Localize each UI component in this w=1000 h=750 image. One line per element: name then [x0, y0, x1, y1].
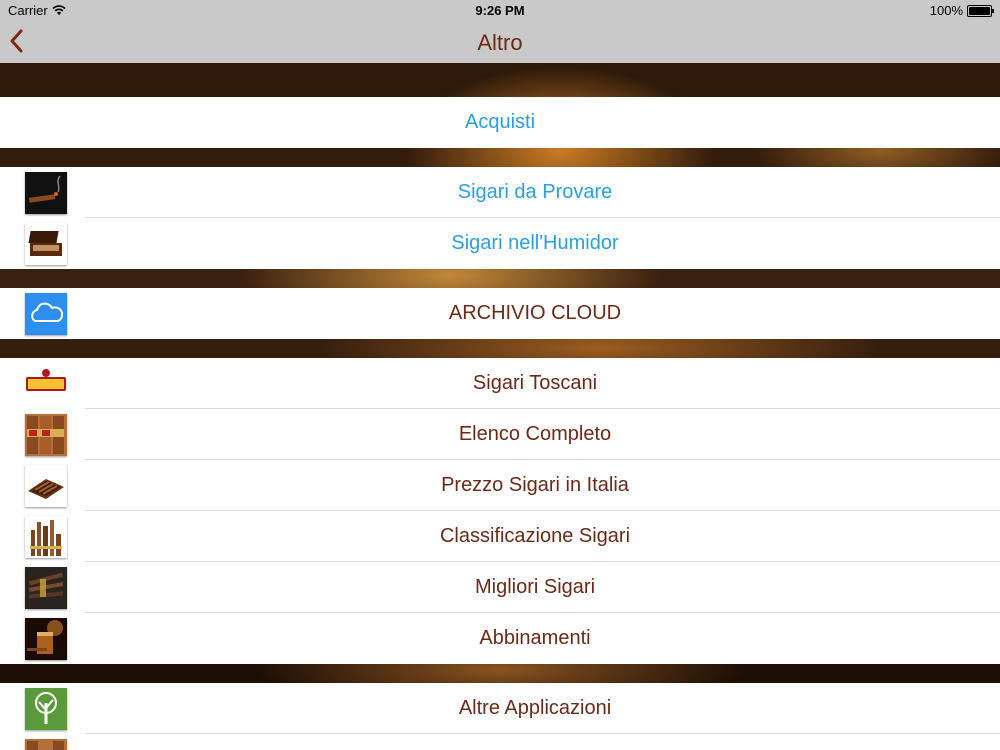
battery-percent: 100% [929, 3, 963, 18]
navigation-bar: Altro [0, 22, 1000, 63]
list-item-elenco-completo[interactable]: Elenco Completo [0, 409, 1000, 460]
list-item-label: Sigari da Provare [457, 181, 613, 203]
purchases-group: Acquisti [0, 97, 1000, 148]
other-group: Altre Applicazioni [0, 683, 1000, 750]
list-item-label: Elenco Completo [458, 423, 612, 445]
list-item-altre-applicazioni[interactable]: Altre Applicazioni [0, 683, 1000, 734]
cigar-sizes-icon [25, 516, 67, 558]
list-item-label: Abbinamenti [479, 627, 591, 649]
list-item-prezzo-sigari[interactable]: Prezzo Sigari in Italia [0, 460, 1000, 511]
whisky-glass-icon [25, 618, 67, 660]
list-item-sigari-toscani[interactable]: Sigari Toscani [0, 358, 1000, 409]
list-item-archivio-cloud[interactable]: ARCHIVIO CLOUD [0, 288, 1000, 339]
list-item-label: Sigari nell'Humidor [451, 232, 619, 254]
page-title: Altro [477, 30, 523, 55]
list-item-abbinamenti[interactable]: Abbinamenti [0, 613, 1000, 664]
list-item-migliori-sigari[interactable]: Migliori Sigari [0, 562, 1000, 613]
cloud-icon [25, 293, 67, 335]
purchases-row[interactable]: Acquisti [0, 97, 1000, 148]
cloud-group: ARCHIVIO CLOUD [0, 288, 1000, 339]
cigar-bands-icon [25, 414, 67, 456]
list-item-label: Migliori Sigari [474, 576, 596, 598]
humidor-icon [25, 223, 67, 265]
battery-icon [967, 4, 994, 17]
purchases-label: Acquisti [464, 111, 536, 133]
clock: 9:26 PM [475, 3, 525, 18]
list-item-label: Sigari Toscani [472, 372, 598, 394]
personal-lists-group: Sigari da Provare Sigari nell'Humidor [0, 167, 1000, 269]
toscano-logo-icon [25, 363, 67, 405]
tree-icon [25, 688, 67, 730]
cigar-bundle-icon [25, 567, 67, 609]
list-item-sigari-nell-humidor[interactable]: Sigari nell'Humidor [0, 218, 1000, 269]
list-item-classificazione-sigari[interactable]: Classificazione Sigari [0, 511, 1000, 562]
battery-indicator: 100% [929, 3, 994, 18]
list-item-label: Prezzo Sigari in Italia [441, 474, 629, 496]
status-bar: Carrier 9:26 PM 100% [0, 0, 1000, 22]
list-item-label: Altre Applicazioni [458, 697, 612, 719]
list-item-label: Classificazione Sigari [439, 525, 631, 547]
cigar-bands-icon [25, 739, 67, 750]
catalog-group: Sigari Toscani Elenco Completo Prezzo Si… [0, 358, 1000, 664]
cigar-box-icon [25, 465, 67, 507]
list-item-label: ARCHIVIO CLOUD [448, 302, 622, 324]
list-item-sigari-da-provare[interactable]: Sigari da Provare [0, 167, 1000, 218]
list-item-partial[interactable] [0, 734, 1000, 750]
cigar-smoke-icon [25, 172, 67, 214]
